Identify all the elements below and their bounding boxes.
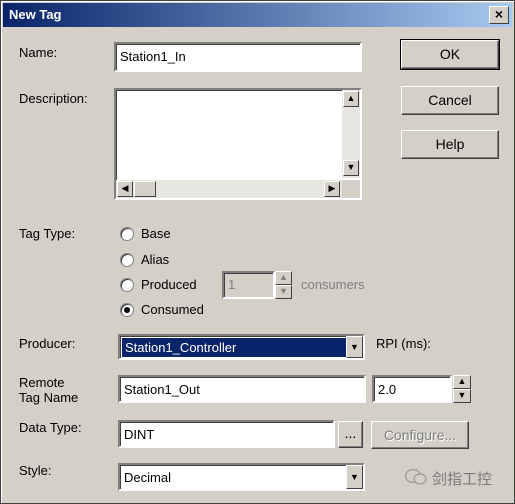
radio-produced[interactable] xyxy=(120,278,134,292)
radio-alias-label[interactable]: Alias xyxy=(141,252,169,267)
style-select[interactable]: Decimal ▼ xyxy=(118,463,365,491)
rpi-up-icon[interactable]: ▲ xyxy=(453,375,471,389)
description-vscroll[interactable]: ▲ ▼ xyxy=(342,90,360,178)
remote-tag-label: Remote Tag Name xyxy=(19,375,78,405)
rpi-value: 2.0 xyxy=(378,382,397,397)
title-bar: New Tag × xyxy=(3,3,512,27)
wechat-icon xyxy=(404,468,427,486)
description-textarea[interactable]: ▲ ▼ ◀ ▶ xyxy=(114,88,362,200)
scroll-right-icon[interactable]: ▶ xyxy=(324,181,340,197)
style-value: Decimal xyxy=(124,470,171,485)
description-hscroll[interactable]: ◀ ▶ xyxy=(116,180,342,198)
radio-base[interactable] xyxy=(120,227,134,241)
radio-consumed-dot xyxy=(124,307,130,313)
consumers-value: 1 xyxy=(228,277,236,292)
style-label: Style: xyxy=(19,463,52,478)
consumers-up-icon: ▲ xyxy=(275,271,292,285)
close-icon[interactable]: × xyxy=(489,6,509,24)
chevron-down-icon[interactable]: ▼ xyxy=(346,336,363,358)
scroll-corner xyxy=(342,180,360,198)
scroll-thumb[interactable] xyxy=(134,181,156,197)
scroll-down-icon[interactable]: ▼ xyxy=(343,160,359,176)
producer-label: Producer: xyxy=(19,336,76,351)
dialog-title: New Tag xyxy=(9,7,62,22)
data-type-value: DINT xyxy=(124,427,155,442)
consumers-down-icon: ▼ xyxy=(275,285,292,299)
consumers-label: consumers xyxy=(301,277,365,292)
new-tag-dialog: New Tag × Name: Station1_In Description:… xyxy=(0,0,515,504)
producer-select[interactable]: Station1_Controller ▼ xyxy=(118,334,365,360)
remote-tag-label-line1: Remote xyxy=(19,375,65,390)
configure-button: Configure... xyxy=(371,421,469,449)
name-label: Name: xyxy=(19,45,58,60)
remote-tag-value: Station1_Out xyxy=(124,382,200,397)
producer-value: Station1_Controller xyxy=(122,338,346,357)
radio-alias[interactable] xyxy=(120,253,134,267)
rpi-down-icon[interactable]: ▼ xyxy=(453,389,471,403)
data-type-browse-button[interactable]: ... xyxy=(338,421,363,448)
rpi-input[interactable]: 2.0 xyxy=(372,375,452,403)
rpi-label: RPI (ms): xyxy=(376,336,431,351)
ok-button[interactable]: OK xyxy=(400,39,500,70)
name-input[interactable]: Station1_In xyxy=(114,42,362,72)
scroll-up-icon[interactable]: ▲ xyxy=(343,91,359,107)
remote-tag-input[interactable]: Station1_Out xyxy=(118,375,366,403)
radio-produced-label[interactable]: Produced xyxy=(141,277,197,292)
name-input-value: Station1_In xyxy=(120,49,186,64)
consumers-stepper: 1 xyxy=(222,271,275,299)
data-type-label: Data Type: xyxy=(19,420,82,435)
radio-consumed-label[interactable]: Consumed xyxy=(141,302,204,317)
help-button[interactable]: Help xyxy=(401,130,499,159)
description-label: Description: xyxy=(19,91,88,106)
radio-base-label[interactable]: Base xyxy=(141,226,171,241)
watermark-text: 剑指工控 xyxy=(432,471,493,488)
tag-type-label: Tag Type: xyxy=(19,226,76,241)
cancel-button[interactable]: Cancel xyxy=(401,86,499,115)
scroll-left-icon[interactable]: ◀ xyxy=(117,181,133,197)
style-chevron-down-icon[interactable]: ▼ xyxy=(346,465,363,489)
radio-consumed[interactable] xyxy=(120,303,134,317)
data-type-input[interactable]: DINT xyxy=(118,420,335,448)
remote-tag-label-line2: Tag Name xyxy=(19,390,79,405)
